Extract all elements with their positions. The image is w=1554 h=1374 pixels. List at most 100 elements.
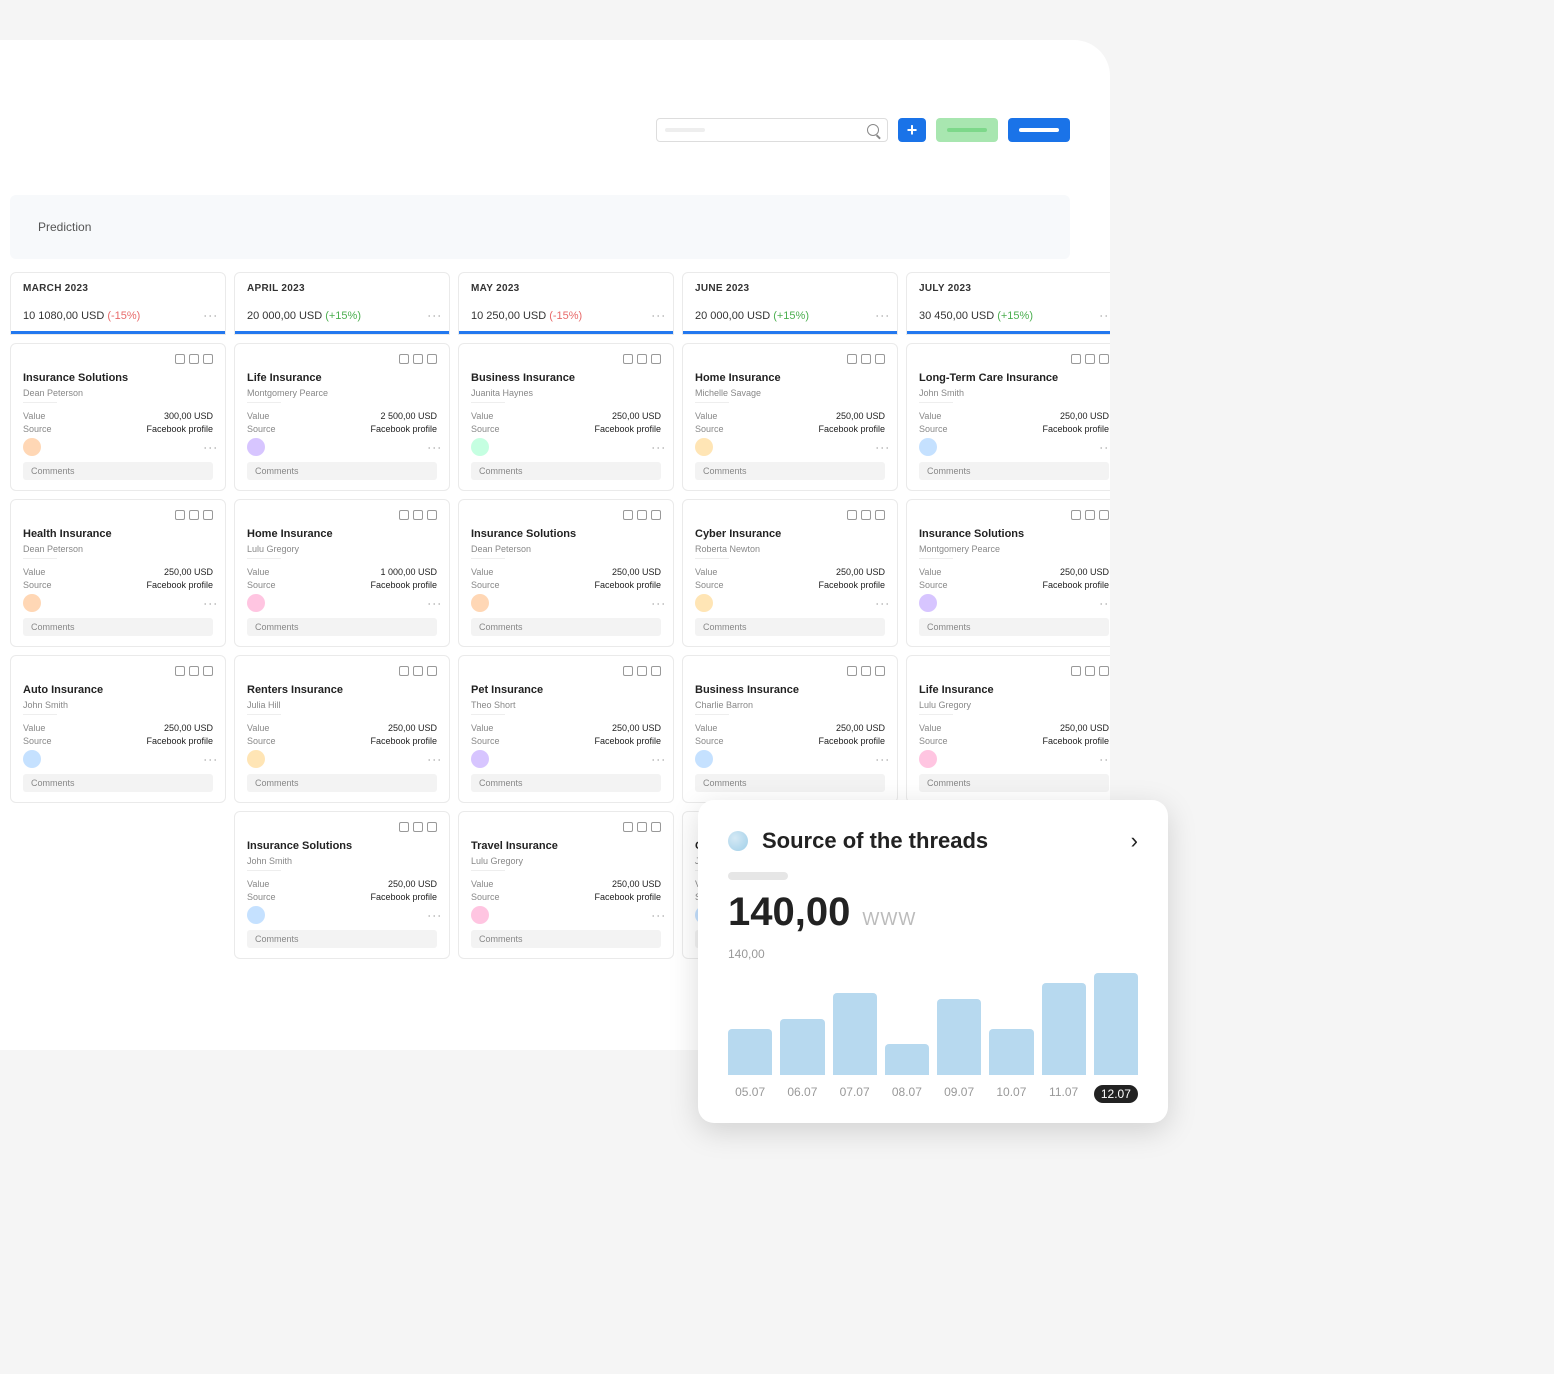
more-icon[interactable]: ⋮ (879, 441, 885, 454)
calendar-icon[interactable] (189, 510, 199, 520)
avatar[interactable] (247, 438, 265, 456)
comments-button[interactable]: Comments (695, 618, 885, 636)
checklist-icon[interactable] (399, 666, 409, 676)
deal-card[interactable]: Auto Insurance John Smith Value250,00 US… (10, 655, 226, 803)
comments-button[interactable]: Comments (919, 774, 1109, 792)
chart-xtick[interactable]: 05.07 (728, 1085, 772, 1103)
checklist-icon[interactable] (847, 354, 857, 364)
calendar-icon[interactable] (861, 510, 871, 520)
chart-bar[interactable] (1094, 973, 1138, 1075)
archive-icon[interactable] (203, 510, 213, 520)
checklist-icon[interactable] (623, 354, 633, 364)
calendar-icon[interactable] (1085, 510, 1095, 520)
chart-bar[interactable] (833, 993, 877, 1075)
deal-card[interactable]: Home Insurance Lulu Gregory Value1 000,0… (234, 499, 450, 647)
checklist-icon[interactable] (175, 666, 185, 676)
add-button[interactable]: + (898, 118, 926, 142)
archive-icon[interactable] (427, 510, 437, 520)
calendar-icon[interactable] (413, 822, 423, 832)
archive-icon[interactable] (651, 510, 661, 520)
more-icon[interactable]: ⋮ (879, 597, 885, 610)
archive-icon[interactable] (427, 666, 437, 676)
avatar[interactable] (695, 594, 713, 612)
deal-card[interactable]: Insurance Solutions Dean Peterson Value3… (10, 343, 226, 491)
chart-xtick[interactable]: 07.07 (833, 1085, 877, 1103)
more-icon[interactable]: ⋮ (1103, 753, 1109, 766)
more-icon[interactable]: ⋮ (207, 753, 213, 766)
avatar[interactable] (471, 594, 489, 612)
checklist-icon[interactable] (175, 510, 185, 520)
comments-button[interactable]: Comments (919, 462, 1109, 480)
more-icon[interactable]: ⋮ (879, 309, 885, 322)
more-icon[interactable]: ⋮ (431, 909, 437, 922)
more-icon[interactable]: ⋮ (879, 753, 885, 766)
tab-prediction[interactable]: Prediction (38, 220, 91, 234)
comments-button[interactable]: Comments (471, 930, 661, 948)
deal-card[interactable]: Cyber Insurance Roberta Newton Value250,… (682, 499, 898, 647)
comments-button[interactable]: Comments (247, 774, 437, 792)
chart-bar[interactable] (937, 999, 981, 1076)
checklist-icon[interactable] (399, 354, 409, 364)
avatar[interactable] (919, 438, 937, 456)
more-icon[interactable]: ⋮ (655, 441, 661, 454)
archive-icon[interactable] (875, 666, 885, 676)
deal-card[interactable]: Health Insurance Dean Peterson Value250,… (10, 499, 226, 647)
checklist-icon[interactable] (1071, 354, 1081, 364)
archive-icon[interactable] (651, 354, 661, 364)
avatar[interactable] (23, 750, 41, 768)
more-icon[interactable]: ⋮ (431, 597, 437, 610)
deal-card[interactable]: Life Insurance Montgomery Pearce Value2 … (234, 343, 450, 491)
checklist-icon[interactable] (623, 822, 633, 832)
archive-icon[interactable] (427, 822, 437, 832)
checklist-icon[interactable] (399, 822, 409, 832)
avatar[interactable] (247, 750, 265, 768)
calendar-icon[interactable] (413, 354, 423, 364)
avatar[interactable] (919, 750, 937, 768)
checklist-icon[interactable] (1071, 666, 1081, 676)
checklist-icon[interactable] (1071, 510, 1081, 520)
more-icon[interactable]: ⋮ (655, 909, 661, 922)
comments-button[interactable]: Comments (471, 774, 661, 792)
chart-xtick[interactable]: 12.07 (1094, 1085, 1138, 1103)
calendar-icon[interactable] (189, 666, 199, 676)
comments-button[interactable]: Comments (247, 930, 437, 948)
chart-xtick[interactable]: 09.07 (937, 1085, 981, 1103)
chart-xtick[interactable]: 06.07 (780, 1085, 824, 1103)
avatar[interactable] (247, 594, 265, 612)
calendar-icon[interactable] (413, 666, 423, 676)
chevron-right-icon[interactable]: › (1131, 828, 1138, 854)
checklist-icon[interactable] (623, 666, 633, 676)
more-icon[interactable]: ⋮ (1103, 597, 1109, 610)
archive-icon[interactable] (427, 354, 437, 364)
search-input[interactable] (656, 118, 888, 142)
archive-icon[interactable] (203, 666, 213, 676)
archive-icon[interactable] (1099, 354, 1109, 364)
comments-button[interactable]: Comments (247, 618, 437, 636)
more-icon[interactable]: ⋮ (431, 441, 437, 454)
avatar[interactable] (919, 594, 937, 612)
more-icon[interactable]: ⋮ (431, 309, 437, 322)
comments-button[interactable]: Comments (919, 618, 1109, 636)
comments-button[interactable]: Comments (247, 462, 437, 480)
archive-icon[interactable] (1099, 510, 1109, 520)
avatar[interactable] (23, 594, 41, 612)
more-icon[interactable]: ⋮ (207, 441, 213, 454)
chart-bar[interactable] (989, 1029, 1033, 1075)
chart-xtick[interactable]: 10.07 (989, 1085, 1033, 1103)
checklist-icon[interactable] (623, 510, 633, 520)
calendar-icon[interactable] (861, 666, 871, 676)
avatar[interactable] (471, 906, 489, 924)
archive-icon[interactable] (651, 822, 661, 832)
archive-icon[interactable] (875, 354, 885, 364)
avatar[interactable] (471, 750, 489, 768)
more-icon[interactable]: ⋮ (655, 753, 661, 766)
calendar-icon[interactable] (189, 354, 199, 364)
avatar[interactable] (247, 906, 265, 924)
more-icon[interactable]: ⋮ (1103, 441, 1109, 454)
comments-button[interactable]: Comments (23, 462, 213, 480)
chart-bar[interactable] (780, 1019, 824, 1075)
avatar[interactable] (471, 438, 489, 456)
calendar-icon[interactable] (1085, 354, 1095, 364)
action-button-blue[interactable] (1008, 118, 1070, 142)
more-icon[interactable]: ⋮ (431, 753, 437, 766)
